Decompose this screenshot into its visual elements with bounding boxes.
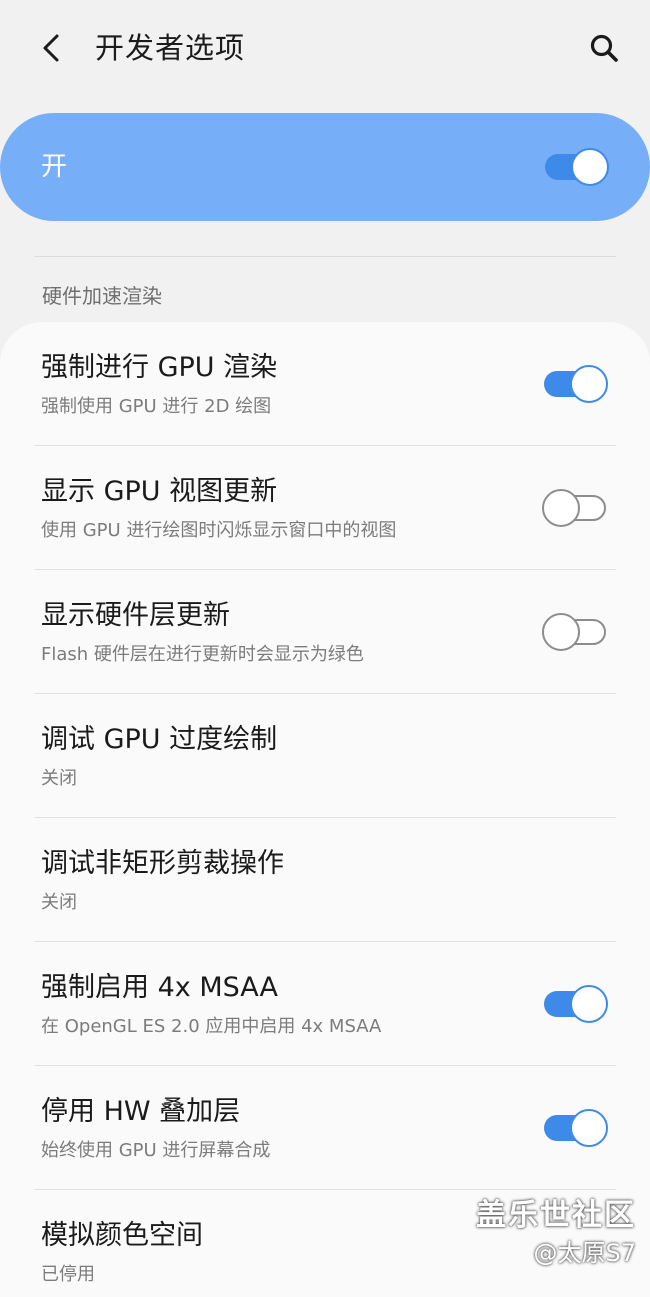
- search-button[interactable]: [582, 26, 626, 70]
- setting-debug-gpu-overdraw[interactable]: 调试 GPU 过度绘制 关闭: [0, 694, 650, 818]
- setting-debug-non-rect-clip[interactable]: 调试非矩形剪裁操作 关闭: [0, 818, 650, 942]
- watermark-line1: 盖乐世社区: [476, 1198, 636, 1233]
- master-switch-label: 开: [41, 152, 68, 182]
- toggle-knob: [571, 148, 609, 186]
- settings-card: 强制进行 GPU 渲染 强制使用 GPU 进行 2D 绘图 显示 GPU 视图更…: [0, 322, 650, 1297]
- setting-subtitle: 在 OpenGL ES 2.0 应用中启用 4x MSAA: [41, 1016, 382, 1037]
- setting-show-gpu-view-updates[interactable]: 显示 GPU 视图更新 使用 GPU 进行绘图时闪烁显示窗口中的视图: [0, 446, 650, 570]
- watermark-line2: @太原S7: [533, 1239, 636, 1267]
- toggle-knob: [570, 1109, 608, 1147]
- toggle-switch[interactable]: [542, 613, 606, 651]
- setting-disable-hw-overlays[interactable]: 停用 HW 叠加层 始终使用 GPU 进行屏幕合成: [0, 1066, 650, 1190]
- setting-subtitle: 强制使用 GPU 进行 2D 绘图: [41, 396, 272, 417]
- master-toggle[interactable]: [545, 148, 609, 186]
- setting-title: 调试 GPU 过度绘制: [41, 724, 278, 755]
- setting-subtitle: Flash 硬件层在进行更新时会显示为绿色: [41, 644, 364, 665]
- search-icon: [590, 34, 618, 62]
- setting-title: 强制启用 4x MSAA: [41, 972, 278, 1003]
- toggle-knob: [570, 985, 608, 1023]
- watermark: 盖乐世社区 @太原S7: [476, 1196, 636, 1270]
- page-title: 开发者选项: [95, 31, 246, 65]
- toggle-switch[interactable]: [544, 1109, 608, 1147]
- setting-force-gpu-rendering[interactable]: 强制进行 GPU 渲染 强制使用 GPU 进行 2D 绘图: [0, 322, 650, 446]
- setting-title: 调试非矩形剪裁操作: [41, 848, 284, 879]
- toggle-knob: [542, 489, 580, 527]
- setting-show-hardware-layer-updates[interactable]: 显示硬件层更新 Flash 硬件层在进行更新时会显示为绿色: [0, 570, 650, 694]
- toggle-knob: [542, 613, 580, 651]
- toggle-switch[interactable]: [544, 365, 608, 403]
- setting-subtitle: 始终使用 GPU 进行屏幕合成: [41, 1140, 271, 1161]
- back-button[interactable]: [30, 26, 74, 70]
- back-arrow-icon: [43, 34, 59, 62]
- setting-force-4x-msaa[interactable]: 强制启用 4x MSAA 在 OpenGL ES 2.0 应用中启用 4x MS…: [0, 942, 650, 1066]
- toggle-knob: [570, 365, 608, 403]
- setting-subtitle: 关闭: [41, 892, 77, 913]
- master-switch-bar[interactable]: 开: [0, 113, 650, 221]
- setting-subtitle: 关闭: [41, 768, 77, 789]
- toggle-switch[interactable]: [544, 985, 608, 1023]
- toggle-switch[interactable]: [542, 489, 606, 527]
- divider: [34, 256, 616, 257]
- app-header: 开发者选项: [0, 0, 650, 96]
- setting-subtitle: 已停用: [41, 1264, 95, 1285]
- setting-title: 显示硬件层更新: [41, 600, 230, 631]
- setting-title: 强制进行 GPU 渲染: [41, 352, 278, 383]
- setting-title: 停用 HW 叠加层: [41, 1096, 241, 1127]
- section-header: 硬件加速渲染: [42, 284, 162, 308]
- setting-subtitle: 使用 GPU 进行绘图时闪烁显示窗口中的视图: [41, 520, 397, 541]
- setting-title: 显示 GPU 视图更新: [41, 476, 278, 507]
- setting-title: 模拟颜色空间: [41, 1220, 203, 1251]
